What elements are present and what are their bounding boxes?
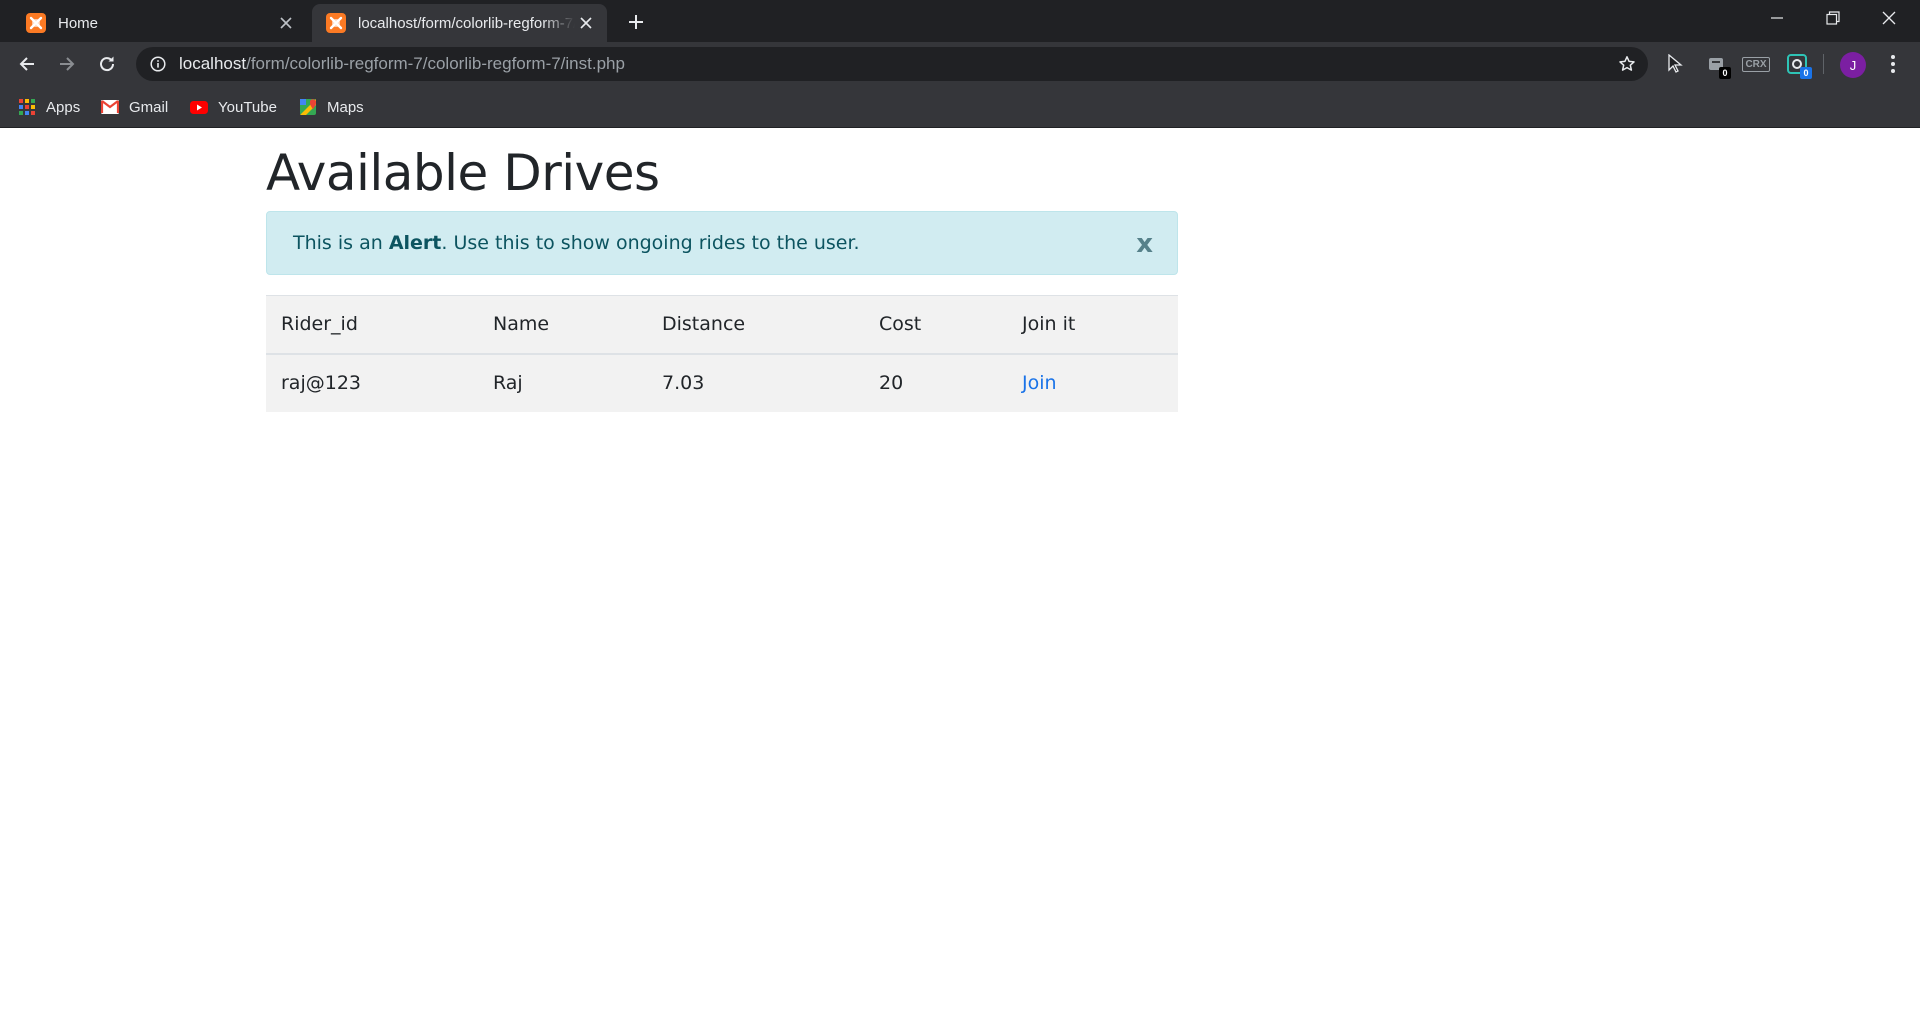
url-text: localhost/form/colorlib-regform-7/colorl…: [179, 54, 625, 74]
tab-inst-php[interactable]: localhost/form/colorlib-regform-7/colorl…: [312, 4, 607, 42]
gmail-icon: [101, 98, 119, 116]
bookmark-label: Apps: [46, 98, 81, 116]
cursor-extension-icon[interactable]: [1662, 51, 1688, 77]
maps-icon: [299, 98, 317, 116]
url-host: localhost: [179, 54, 247, 73]
reload-button[interactable]: [91, 48, 123, 80]
new-tab-button[interactable]: [622, 8, 650, 36]
close-tab-icon[interactable]: [575, 12, 597, 34]
table-header-row: Rider_id Name Distance Cost Join it: [266, 295, 1178, 354]
tab-title: Home: [58, 14, 99, 32]
alert-strong: Alert: [388, 232, 442, 254]
arrow-left-icon: [19, 57, 34, 71]
back-button[interactable]: [11, 48, 43, 80]
bookmark-gmail[interactable]: Gmail: [101, 94, 168, 120]
alert-text: This is an Alert. Use this to show ongoi…: [293, 232, 860, 254]
extension-badge-icon[interactable]: 0: [1703, 51, 1731, 79]
page-viewport: Available Drives This is an Alert. Use t…: [0, 129, 1920, 1030]
browser-toolbar: localhost/form/colorlib-regform-7/colorl…: [0, 42, 1920, 86]
menu-dots-icon[interactable]: [1880, 51, 1906, 77]
browser-tabstrip: Home localhost/form/colorlib-regform-7/c…: [0, 0, 1920, 42]
minimize-button[interactable]: [1749, 0, 1805, 36]
column-header: Name: [493, 313, 550, 336]
join-link[interactable]: Join: [1022, 372, 1057, 394]
bookmark-apps[interactable]: Apps: [18, 94, 80, 120]
minimize-icon: [1771, 17, 1783, 19]
apps-grid-icon: [18, 98, 36, 116]
bookmark-label: Gmail: [129, 98, 169, 116]
close-tab-icon[interactable]: [275, 12, 297, 34]
alert-prefix: This is an: [293, 232, 389, 254]
bookmark-maps[interactable]: Maps: [299, 94, 364, 120]
bookmark-label: YouTube: [218, 98, 277, 116]
youtube-icon: [190, 98, 208, 116]
alert-suffix: . Use this to show ongoing rides to the …: [441, 232, 860, 254]
info-alert: This is an Alert. Use this to show ongoi…: [266, 211, 1178, 275]
alert-close-button[interactable]: x: [1136, 231, 1153, 257]
cell-name: Raj: [493, 372, 523, 394]
profile-avatar[interactable]: J: [1840, 52, 1866, 78]
cell-cost: 20: [879, 372, 904, 394]
bookmark-star-icon[interactable]: [1616, 53, 1638, 75]
content-container: Available Drives This is an Alert. Use t…: [266, 129, 1178, 412]
column-header: Cost: [879, 313, 922, 336]
page-title: Available Drives: [266, 144, 660, 202]
cell-join: Join: [1007, 354, 1178, 412]
reload-icon: [100, 56, 115, 72]
column-header: Distance: [662, 313, 746, 336]
toolbar-divider: [1823, 54, 1824, 74]
restore-button[interactable]: [1805, 0, 1861, 36]
column-header: Rider_id: [281, 313, 358, 336]
screen-extension-icon[interactable]: 0: [1784, 51, 1812, 79]
extension-badge-count: 0: [1800, 67, 1812, 79]
tab-home[interactable]: Home: [12, 4, 307, 42]
column-header: Join it: [1022, 313, 1076, 336]
cell-rider-id: raj@123: [281, 372, 361, 394]
crx-extension-icon[interactable]: CRX: [1742, 51, 1770, 77]
address-bar[interactable]: localhost/form/colorlib-regform-7/colorl…: [136, 47, 1648, 81]
extension-badge-count: 0: [1719, 67, 1731, 79]
tab-title: localhost/form/colorlib-regform-7/colorl…: [358, 14, 575, 32]
forward-button[interactable]: [51, 48, 83, 80]
arrow-right-icon: [60, 57, 75, 71]
crx-label: CRX: [1742, 56, 1770, 72]
close-window-button[interactable]: [1861, 0, 1917, 36]
restore-icon: [1826, 11, 1840, 25]
bookmark-youtube[interactable]: YouTube: [190, 94, 277, 120]
xampp-favicon-icon: [26, 13, 46, 33]
table-row: raj@123 Raj 7.03 20 Join: [266, 354, 1178, 412]
drives-table: Rider_id Name Distance Cost Join it raj@…: [266, 295, 1178, 412]
bookmarks-bar: Apps Gmail YouTube Maps: [0, 86, 1920, 128]
xampp-favicon-icon: [326, 13, 346, 33]
plus-icon: [629, 15, 643, 29]
bookmark-label: Maps: [327, 98, 364, 116]
url-path: /form/colorlib-regform-7/colorlib-regfor…: [246, 54, 625, 73]
cell-distance: 7.03: [662, 372, 705, 394]
close-icon: [1882, 11, 1896, 25]
info-icon[interactable]: [149, 55, 167, 73]
